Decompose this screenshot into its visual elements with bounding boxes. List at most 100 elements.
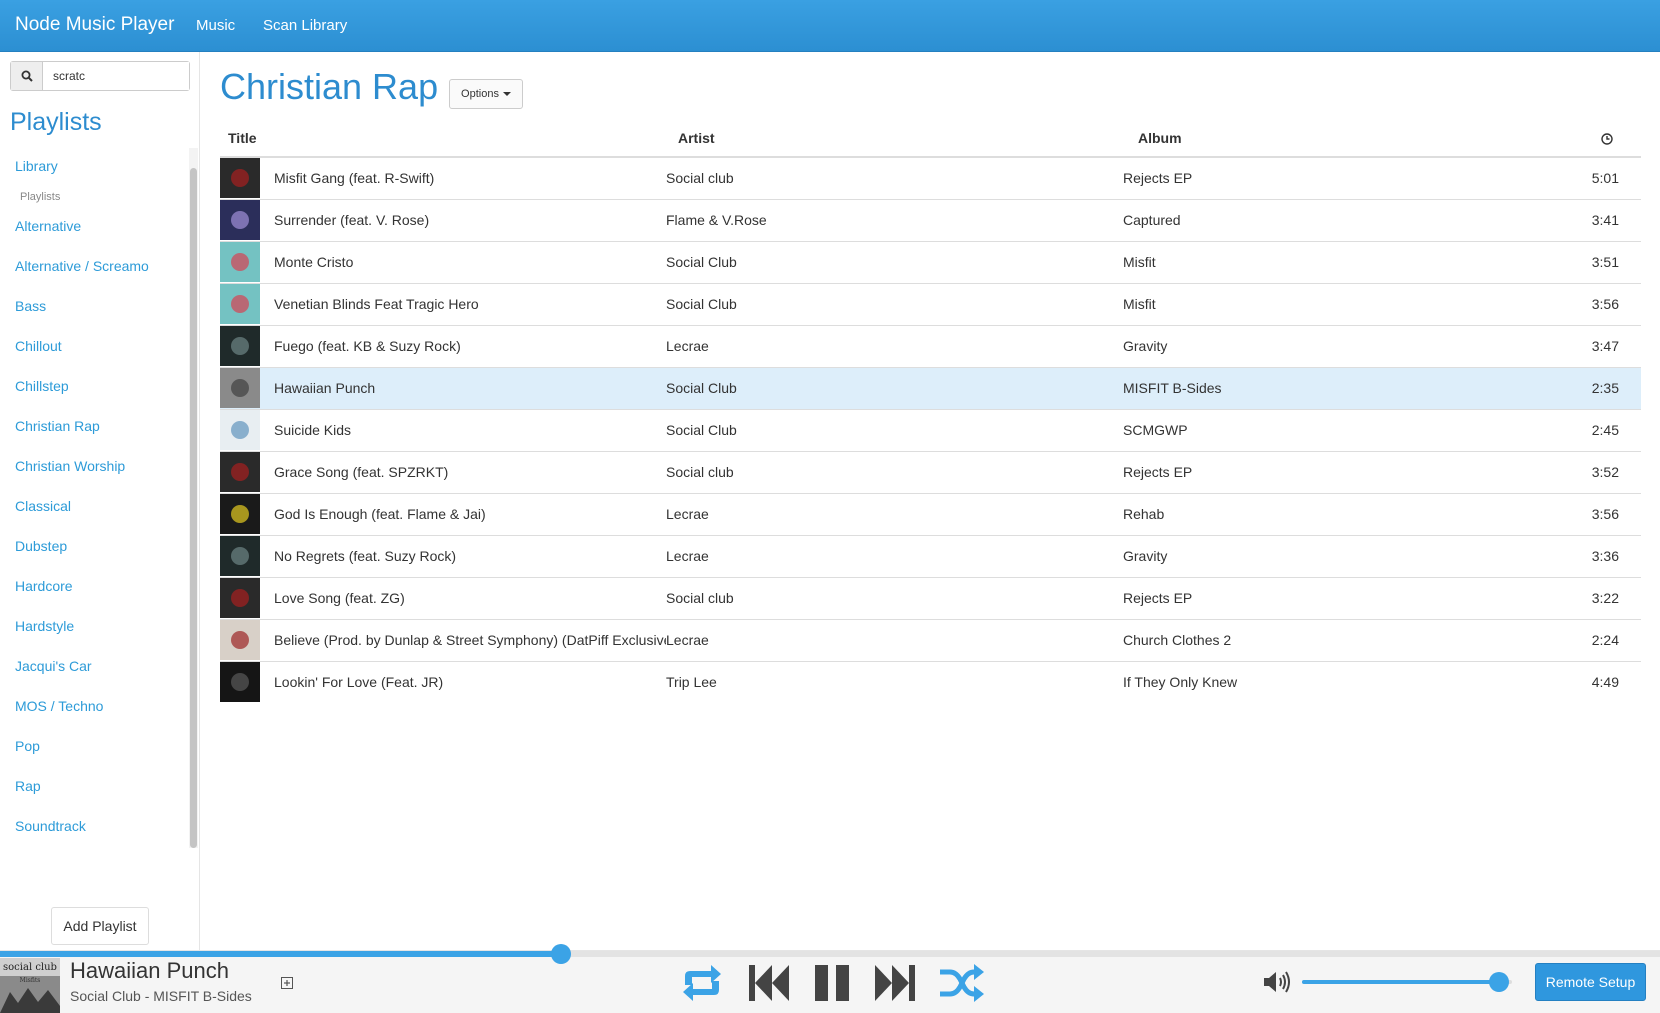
track-row[interactable]: Lookin' For Love (Feat. JR) Trip Lee If Th… (220, 660, 1641, 703)
sidebar-item-playlist[interactable]: Alternative / Screamo (15, 258, 149, 274)
sidebar-item-playlist[interactable]: MOS / Techno (15, 698, 103, 714)
track-album: Rejects EP (1123, 170, 1193, 187)
sidebar-section-header: Playlists (20, 191, 61, 203)
sidebar: Playlists Library Playlists Alternative A… (0, 52, 200, 950)
sidebar-item-playlist[interactable]: Dubstep (15, 538, 67, 554)
track-row[interactable]: Love Song (feat. ZG) Social club Rejects E… (220, 576, 1641, 619)
sidebar-item-playlist[interactable]: Rap (15, 778, 41, 794)
sidebar-item-playlist[interactable]: Bass (15, 298, 46, 314)
track-row[interactable]: Believe (Prod. by Dunlap & Street Sympho… (220, 618, 1641, 661)
sidebar-item-playlist[interactable]: Soundtrack (15, 818, 86, 834)
track-row[interactable]: Surrender (feat. V. Rose) Flame & V.Rose C… (220, 198, 1641, 241)
sidebar-item-playlist[interactable]: Alternative (15, 218, 81, 234)
sidebar-item-playlist[interactable]: Hardcore (15, 578, 73, 594)
album-art (220, 452, 260, 492)
track-row[interactable]: God Is Enough (feat. Flame & Jai) Lecrae R… (220, 492, 1641, 535)
track-row[interactable]: Hawaiian Punch Social Club MISFIT B-Sides 2… (220, 366, 1641, 409)
track-duration: 4:49 (1581, 660, 1641, 703)
volume-icon[interactable] (1262, 970, 1292, 994)
track-album: SCMGWP (1123, 408, 1581, 451)
track-title: Hawaiian Punch (260, 366, 666, 409)
track-duration: 3:51 (1581, 240, 1641, 283)
track-row[interactable]: No Regrets (feat. Suzy Rock) Lecrae Gravit… (220, 534, 1641, 577)
track-album: MISFIT B-Sides (1123, 366, 1581, 409)
track-artist: Social club (666, 170, 734, 187)
track-title: Love Song (feat. ZG) (260, 576, 666, 619)
album-art-cell (220, 618, 260, 661)
track-duration: 2:24 (1581, 618, 1641, 661)
album-art-cell (220, 534, 260, 577)
progress-bar[interactable] (0, 944, 1660, 964)
track-duration: 3:41 (1581, 198, 1641, 241)
album-art (220, 158, 260, 199)
track-row[interactable]: Fuego (feat. KB & Suzy Rock) Lecrae Gravit… (220, 324, 1641, 367)
search-input[interactable] (43, 62, 189, 90)
add-playlist-button[interactable]: Add Playlist (51, 907, 149, 945)
progress-fill (0, 951, 562, 957)
album-art (220, 284, 260, 324)
album-art (220, 536, 260, 576)
nav-music-link[interactable]: Music (196, 17, 235, 34)
album-art (220, 578, 260, 618)
sidebar-scrollbar[interactable] (189, 148, 198, 848)
previous-track-icon[interactable] (747, 963, 791, 1003)
track-row[interactable]: Monte Cristo Social Club Misfit 3:51 (220, 240, 1641, 283)
sidebar-item-playlist[interactable]: Christian Worship (15, 458, 125, 474)
volume-slider[interactable] (1302, 972, 1512, 992)
album-art-cell (220, 157, 260, 199)
brand-link[interactable]: Node Music Player (15, 14, 174, 36)
column-title[interactable]: Title (220, 120, 666, 158)
progress-handle[interactable] (551, 944, 572, 964)
now-playing-subtitle: Social Club - MISFIT B-Sides (70, 988, 252, 1004)
track-title: Venetian Blinds Feat Tragic Hero (260, 282, 666, 325)
track-album: Church Clothes 2 (1123, 618, 1581, 661)
track-artist: Lecrae (666, 534, 1123, 577)
track-title: Surrender (feat. V. Rose) (260, 198, 666, 241)
column-duration[interactable] (1581, 120, 1641, 158)
track-duration: 3:22 (1581, 576, 1641, 619)
track-artist: Social club (666, 450, 1123, 493)
track-artist: Social Club (666, 240, 1123, 283)
sidebar-item-playlist[interactable]: Hardstyle (15, 618, 74, 634)
remote-setup-button[interactable]: Remote Setup (1535, 963, 1646, 1001)
track-artist: Social Club (666, 366, 1123, 409)
track-artist: Social club (666, 576, 1123, 619)
track-row[interactable]: Suicide Kids Social Club SCMGWP 2:45 (220, 408, 1641, 451)
track-title: Believe (Prod. by Dunlap & Street Sympho… (260, 618, 666, 661)
sidebar-item-playlist[interactable]: Classical (15, 498, 71, 514)
track-title: Suicide Kids (260, 408, 666, 451)
pause-icon[interactable] (813, 963, 853, 1003)
sidebar-item-playlist[interactable]: Chillstep (15, 378, 69, 394)
album-art-cell (220, 576, 260, 619)
shuffle-icon[interactable] (938, 963, 986, 1003)
next-track-icon[interactable] (873, 963, 917, 1003)
track-row[interactable]: Venetian Blinds Feat Tragic Hero Social C… (220, 282, 1641, 325)
track-artist: Trip Lee (666, 660, 1123, 703)
sidebar-item-playlist[interactable]: Pop (15, 738, 40, 754)
track-row[interactable]: Grace Song (feat. SPZRKT) Social club Reje… (220, 450, 1641, 493)
track-duration: 2:45 (1581, 408, 1641, 451)
track-table: Title Artist Album Misfit Gang (feat. R-… (220, 120, 1641, 703)
options-dropdown-button[interactable]: Options (449, 79, 523, 109)
clock-icon (1601, 133, 1613, 145)
sidebar-item-playlist[interactable]: Chillout (15, 338, 62, 354)
add-to-playlist-icon[interactable] (281, 977, 293, 989)
track-title: No Regrets (feat. Suzy Rock) (260, 534, 666, 577)
column-album[interactable]: Album (1123, 120, 1581, 158)
track-album: Misfit (1123, 240, 1581, 283)
track-artist: Social Club (666, 408, 1123, 451)
track-title: Misfit Gang (feat. R-Swift) (274, 170, 435, 187)
repeat-icon[interactable] (679, 963, 725, 1003)
sidebar-item-playlist[interactable]: Christian Rap (15, 418, 100, 434)
nav-scan-library-link[interactable]: Scan Library (263, 17, 347, 34)
track-row[interactable]: Misfit Gang (feat. R-Swift) Social club Re… (220, 157, 1641, 199)
sidebar-item-playlist[interactable]: Jacqui's Car (15, 658, 92, 674)
album-art (220, 368, 260, 408)
column-artist[interactable]: Artist (666, 120, 1123, 158)
svg-text:social club: social club (3, 962, 57, 973)
search-icon[interactable] (11, 62, 43, 90)
navbar: Node Music Player Music Scan Library (0, 0, 1660, 52)
sidebar-item-library[interactable]: Library (15, 158, 58, 174)
sidebar-scrollbar-thumb[interactable] (190, 168, 197, 848)
album-art (220, 410, 260, 450)
